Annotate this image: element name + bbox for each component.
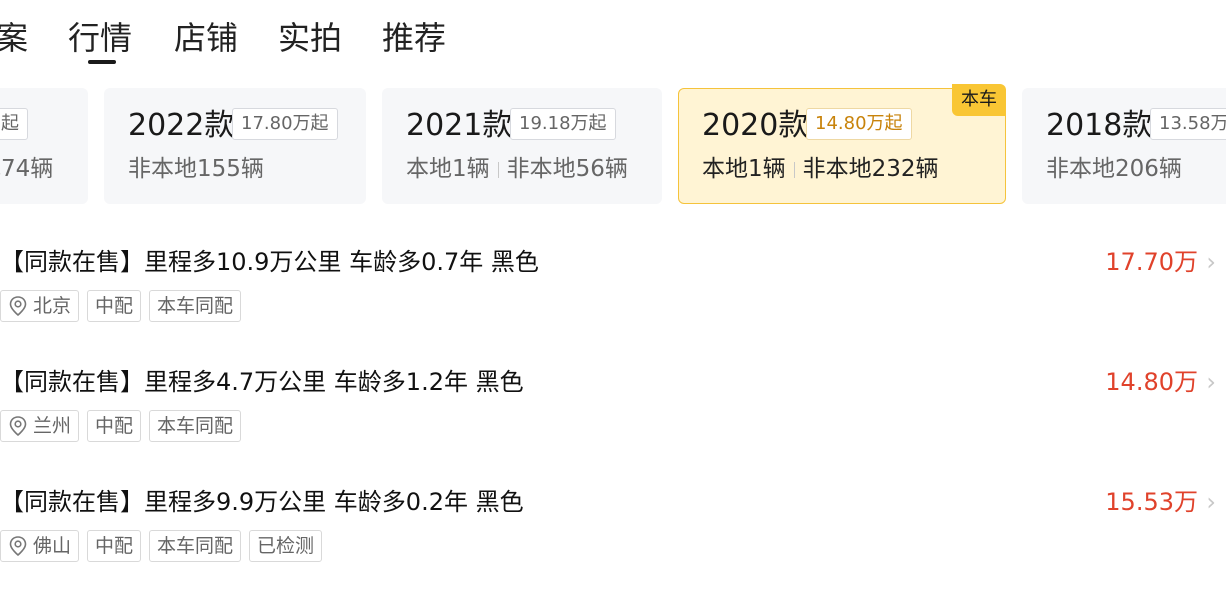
year-card-title: 2020款: [702, 108, 809, 143]
year-card-count: 非本地155辆: [128, 156, 264, 182]
location-label: 佛山: [33, 535, 72, 557]
tab-recommend[interactable]: 推荐: [382, 16, 446, 60]
tab-photos[interactable]: 实拍: [278, 16, 342, 60]
year-card-count: 地74辆: [0, 156, 54, 182]
location-pin-icon: [9, 416, 27, 437]
location-pin-icon: [9, 296, 27, 317]
listing-title: 【同款在售】里程多10.9万公里 车龄多0.7年 黑色: [0, 248, 539, 276]
year-card-2022[interactable]: 2022款 17.80万起 非本地155辆: [104, 88, 366, 204]
divider: [497, 161, 499, 178]
local-count: 本地1辆: [406, 156, 490, 182]
tab-store[interactable]: 店铺: [174, 16, 238, 60]
tab-market[interactable]: 行情: [68, 16, 132, 60]
chevron-right-icon: ›: [1206, 488, 1216, 516]
nonlocal-count: 非本地232辆: [802, 156, 939, 182]
year-card-count: 本地1辆 非本地232辆: [702, 152, 939, 186]
year-card-price: 19.18万起: [510, 108, 616, 140]
year-card-2018[interactable]: 2018款 13.58万 非本地206辆: [1022, 88, 1226, 204]
trim-tag: 中配: [87, 290, 142, 322]
listing-title: 【同款在售】里程多4.7万公里 车龄多1.2年 黑色: [0, 368, 524, 396]
year-card[interactable]: 万起 地74辆: [0, 88, 88, 204]
year-card-title: 2021款: [406, 108, 513, 143]
location-tag: 兰州: [0, 410, 80, 442]
same-config-tag: 本车同配: [149, 530, 242, 562]
year-card-price: 万起: [0, 108, 28, 140]
divider: [793, 161, 795, 178]
listing-price: 15.53万: [1105, 488, 1198, 516]
listing-price: 14.80万: [1105, 368, 1198, 396]
listing-row[interactable]: 【同款在售】里程多4.7万公里 车龄多1.2年 黑色 14.80万 › 兰州 中…: [0, 364, 1226, 474]
location-tag: 北京: [0, 290, 80, 322]
active-tab-indicator: [88, 60, 116, 64]
listing-title: 【同款在售】里程多9.9万公里 车龄多0.2年 黑色: [0, 488, 524, 516]
year-card-title: 2018款: [1046, 108, 1153, 143]
inspected-tag: 已检测: [249, 530, 323, 562]
year-card-title: 2022款: [128, 108, 235, 143]
location-label: 北京: [33, 295, 72, 317]
listing-tags: 佛山 中配 本车同配 已检测: [0, 530, 323, 562]
year-card-price: 14.80万起: [806, 108, 912, 140]
location-tag: 佛山: [0, 530, 80, 562]
listing-tags: 兰州 中配 本车同配: [0, 410, 242, 442]
local-count: 本地1辆: [702, 156, 786, 182]
same-config-tag: 本车同配: [149, 290, 242, 322]
year-card-price: 17.80万起: [232, 108, 338, 140]
trim-tag: 中配: [87, 530, 142, 562]
trim-tag: 中配: [87, 410, 142, 442]
location-label: 兰州: [33, 415, 72, 437]
listing-price: 17.70万: [1105, 248, 1198, 276]
tab-archive[interactable]: 案: [0, 16, 28, 60]
listing-row[interactable]: 【同款在售】里程多9.9万公里 车龄多0.2年 黑色 15.53万 › 佛山 中…: [0, 484, 1226, 594]
location-pin-icon: [9, 536, 27, 557]
tab-bar: 案 行情 店铺 实拍 推荐: [0, 0, 1226, 80]
chevron-right-icon: ›: [1206, 248, 1216, 276]
year-card-count: 非本地206辆: [1046, 156, 1182, 182]
chevron-right-icon: ›: [1206, 368, 1216, 396]
same-config-tag: 本车同配: [149, 410, 242, 442]
year-card-price: 13.58万: [1150, 108, 1226, 140]
year-card-count: 本地1辆 非本地56辆: [406, 152, 628, 186]
current-car-badge: 本车: [952, 84, 1006, 116]
year-card-2021[interactable]: 2021款 19.18万起 本地1辆 非本地56辆: [382, 88, 662, 204]
nonlocal-count: 非本地56辆: [506, 156, 628, 182]
listing-tags: 北京 中配 本车同配: [0, 290, 242, 322]
listing-row[interactable]: 【同款在售】里程多10.9万公里 车龄多0.7年 黑色 17.70万 › 北京 …: [0, 244, 1226, 354]
